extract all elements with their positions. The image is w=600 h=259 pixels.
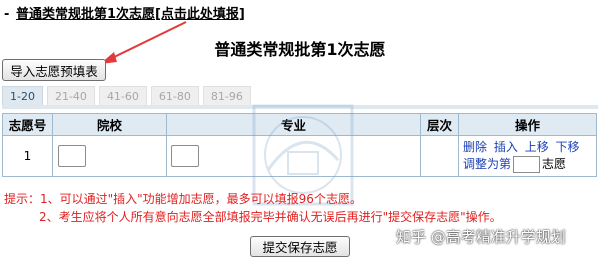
school-input[interactable]: [58, 145, 86, 167]
tab-41-60[interactable]: 41-60: [98, 86, 147, 105]
col-header-actions: 操作: [458, 113, 597, 136]
tips-text: 提示：1、可以通过"插入"功能增加志愿，最多可以填报96个志愿。 2、考生应将个…: [4, 190, 502, 226]
level-cell: [420, 135, 459, 177]
tip-line-1: 提示：1、可以通过"插入"功能增加志愿，最多可以填报96个志愿。: [4, 192, 362, 206]
major-cell: [166, 135, 421, 177]
import-prefill-button[interactable]: 导入志愿预填表: [2, 59, 106, 81]
submit-save-button[interactable]: 提交保存志愿: [250, 236, 350, 257]
delete-link[interactable]: 删除: [463, 140, 487, 154]
move-down-link[interactable]: 下移: [556, 140, 580, 154]
col-header-level: 层次: [420, 113, 459, 136]
range-tabs: 1-20 21-40 41-60 61-80 81-96: [2, 86, 255, 105]
insert-link[interactable]: 插入: [494, 140, 518, 154]
col-header-major: 专业: [166, 113, 421, 136]
tab-1-20[interactable]: 1-20: [2, 86, 43, 105]
volunteer-table: 志愿号 院校 专业 层次 操作 1 删除 插入 上移 下移 调整为第 志愿: [2, 113, 597, 177]
col-header-school: 院校: [52, 113, 167, 136]
page-title: 普通类常规批第1次志愿: [214, 40, 386, 59]
zhihu-watermark: 知乎 @高考精准升学规划: [396, 228, 566, 246]
actions-cell: 删除 插入 上移 下移 调整为第 志愿: [458, 135, 597, 177]
header-prefix: -: [4, 7, 10, 22]
tab-61-80[interactable]: 61-80: [150, 86, 199, 105]
adjust-suffix: 志愿: [542, 157, 567, 171]
col-header-number: 志愿号: [2, 113, 53, 136]
tab-underline: [2, 105, 598, 109]
row-number: 1: [2, 135, 53, 177]
move-up-link[interactable]: 上移: [525, 140, 549, 154]
tab-81-96[interactable]: 81-96: [202, 86, 251, 105]
tab-21-40[interactable]: 21-40: [46, 86, 95, 105]
header-nav: - 普通类常规批第1次志愿[点击此处填报]: [4, 3, 245, 22]
adjust-link[interactable]: 调整为第: [463, 157, 511, 171]
major-input[interactable]: [171, 145, 199, 167]
adjust-position-input[interactable]: [513, 156, 541, 173]
tip-line-2: 2、考生应将个人所有意向志愿全部填报完毕并确认无误后再进行"提交保存志愿"操作。: [39, 210, 502, 224]
table-header-row: 志愿号 院校 专业 层次 操作: [2, 113, 597, 136]
fill-volunteer-link[interactable]: 普通类常规批第1次志愿[点击此处填报]: [16, 7, 245, 22]
school-cell: [52, 135, 167, 177]
table-row: 1 删除 插入 上移 下移 调整为第 志愿: [2, 135, 597, 177]
